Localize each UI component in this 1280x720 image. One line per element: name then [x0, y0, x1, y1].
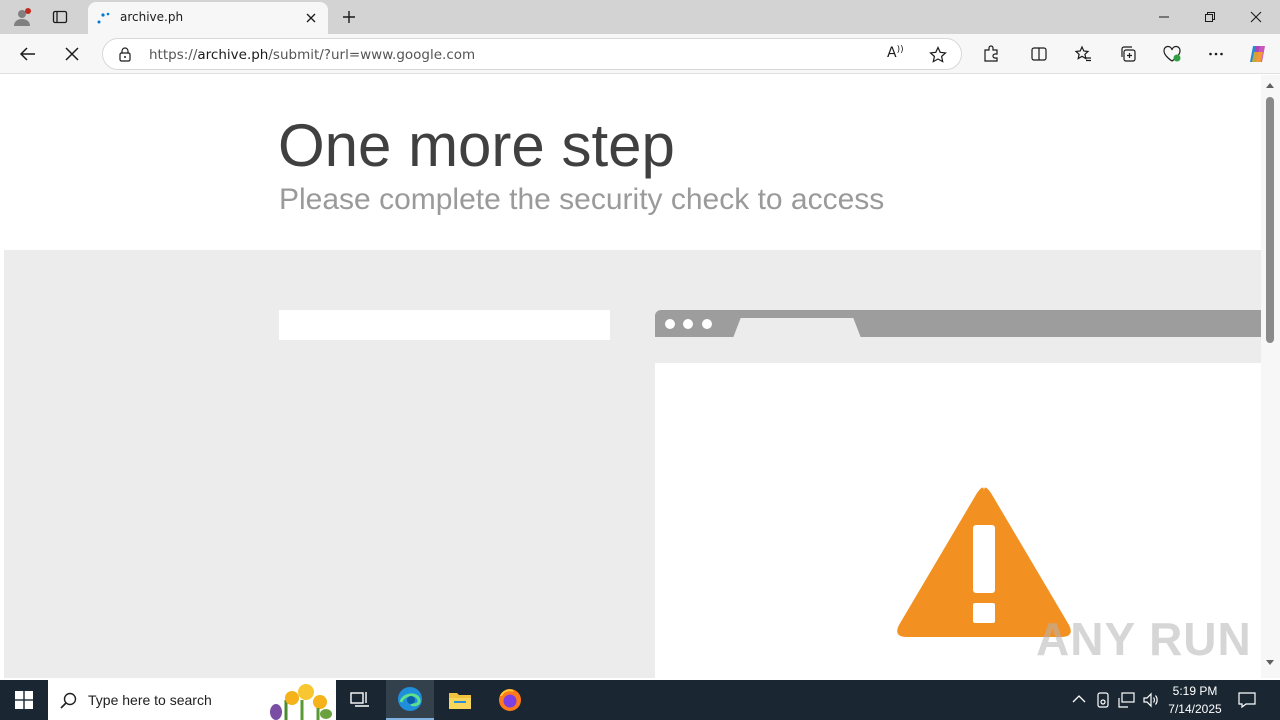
- scroll-up-icon[interactable]: [1265, 81, 1275, 89]
- heartbeat-icon: [1163, 45, 1181, 62]
- watermark: ANY RUN: [1036, 613, 1252, 665]
- loading-icon: [97, 12, 110, 24]
- task-view-icon: [350, 692, 369, 707]
- search-icon: [60, 692, 77, 709]
- split-screen-icon: [1031, 47, 1047, 61]
- tab-actions-icon: [52, 10, 68, 24]
- taskbar-edge-button[interactable]: [386, 680, 434, 720]
- volume-icon[interactable]: [1142, 692, 1160, 708]
- close-window-button[interactable]: [1236, 0, 1276, 34]
- taskbar: Type here to search 5:19 PM 7/14/2025: [0, 680, 1280, 720]
- tab-actions-button[interactable]: [44, 0, 76, 34]
- browser-toolbar: https://archive.ph/submit/?url=www.googl…: [0, 34, 1280, 74]
- folder-icon: [449, 693, 471, 709]
- clock-time[interactable]: 5:19 PM: [1160, 684, 1230, 698]
- collections-icon: [1121, 46, 1136, 62]
- plus-icon: [343, 11, 355, 23]
- site-info-icon[interactable]: [117, 46, 133, 62]
- windows-logo-icon: [15, 691, 33, 709]
- stop-loading-button[interactable]: [56, 38, 88, 70]
- taskbar-firefox-button[interactable]: [486, 680, 534, 720]
- url-host: archive.ph: [197, 47, 269, 63]
- extensions-button[interactable]: [975, 38, 1007, 70]
- url-prefix: https://: [149, 47, 198, 63]
- minimize-icon: [1159, 16, 1169, 18]
- browser-essentials-button[interactable]: [1156, 38, 1188, 70]
- stop-icon: [65, 47, 79, 61]
- vertical-scrollbar[interactable]: [1261, 75, 1280, 678]
- split-screen-button[interactable]: [1023, 38, 1055, 70]
- profile-button[interactable]: [6, 0, 38, 34]
- illustration-tab: [733, 318, 861, 338]
- collections-button[interactable]: [1112, 38, 1144, 70]
- new-tab-button[interactable]: [334, 0, 364, 34]
- read-aloud-icon[interactable]: A)): [887, 45, 909, 65]
- captcha-placeholder[interactable]: [279, 310, 610, 340]
- start-button[interactable]: [0, 680, 48, 720]
- restore-icon: [1205, 12, 1215, 22]
- copilot-button[interactable]: [1242, 38, 1274, 70]
- close-tab-icon[interactable]: [305, 12, 317, 24]
- search-placeholder: Type here to search: [88, 692, 212, 708]
- more-dots-icon: [1209, 52, 1223, 56]
- settings-more-button[interactable]: [1200, 38, 1232, 70]
- copilot-icon: [1250, 46, 1265, 62]
- illustration-tab-bar: [655, 310, 1261, 338]
- network-icon[interactable]: [1118, 692, 1136, 708]
- clock-date[interactable]: 7/14/2025: [1160, 702, 1230, 716]
- back-button[interactable]: [12, 38, 44, 70]
- favorites-button[interactable]: [1067, 38, 1099, 70]
- back-arrow-icon: [19, 47, 35, 61]
- minimize-button[interactable]: [1144, 0, 1184, 34]
- search-highlight-flowers-icon: [270, 684, 332, 720]
- profile-icon: [14, 8, 31, 26]
- page-viewport: One more step Please complete the securi…: [4, 75, 1261, 678]
- illustration-dot: [683, 319, 693, 329]
- close-icon: [1250, 11, 1262, 23]
- task-view-button[interactable]: [340, 680, 380, 720]
- firefox-icon: [499, 689, 521, 711]
- illustration-dot: [702, 319, 712, 329]
- title-bar: archive.ph: [0, 0, 1280, 34]
- url-path: /submit/?url=www.google.com: [268, 47, 476, 63]
- url-text[interactable]: https://archive.ph/submit/?url=www.googl…: [149, 47, 475, 63]
- scroll-down-icon[interactable]: [1265, 659, 1275, 667]
- taskbar-file-explorer-button[interactable]: [436, 680, 484, 720]
- device-icon[interactable]: [1096, 692, 1110, 708]
- browser-tab[interactable]: archive.ph: [88, 2, 328, 34]
- favorite-star-icon[interactable]: [929, 46, 947, 64]
- page-title: One more step: [278, 112, 675, 179]
- taskbar-search-box[interactable]: Type here to search: [48, 680, 336, 720]
- show-hidden-icons-icon[interactable]: [1072, 694, 1086, 704]
- restore-button[interactable]: [1190, 0, 1230, 34]
- scroll-thumb[interactable]: [1266, 97, 1274, 343]
- illustration-dot: [665, 319, 675, 329]
- edge-icon: [398, 687, 422, 711]
- puzzle-icon: [984, 45, 998, 62]
- favorites-icon: [1074, 45, 1091, 62]
- header-section: One more step Please complete the securi…: [4, 75, 1261, 250]
- address-bar[interactable]: https://archive.ph/submit/?url=www.googl…: [102, 38, 962, 70]
- notifications-icon[interactable]: [1238, 691, 1256, 709]
- page-subtitle: Please complete the security check to ac…: [279, 183, 885, 216]
- tab-title: archive.ph: [120, 10, 184, 24]
